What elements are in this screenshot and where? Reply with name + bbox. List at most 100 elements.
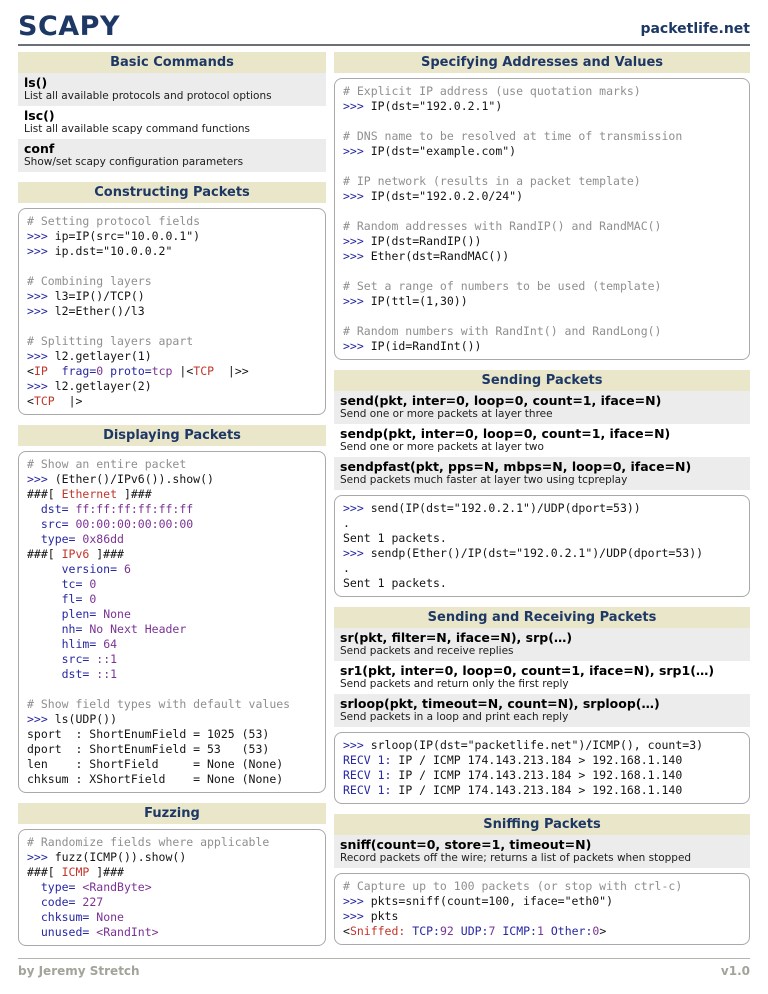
code-token: RECV 1: [343,753,391,767]
code-token: >>> [27,349,55,363]
code-block: # Capture up to 100 packets (or stop wit… [334,873,750,945]
code-token: >>> [27,304,55,318]
code-line [343,159,741,174]
cheatsheet-page: SCAPY packetlife.net Basic Commandsls()L… [0,0,768,978]
code-token: |> [55,394,83,408]
code-token: # Combining layers [27,274,152,288]
code-block: # Show an entire packet>>> (Ether()/IPv6… [18,451,326,793]
code-line: dst= ::1 [27,667,317,682]
code-token: tc= [62,577,83,591]
code-token: TCP [193,364,214,378]
code-token [27,622,62,636]
command-name: sr1(pkt, inter=0, loop=0, count=1, iface… [340,663,744,678]
code-token [27,532,41,546]
code-line: >>> sendp(Ether()/IP(dst="192.0.2.1")/UD… [343,546,741,561]
code-token: # Setting protocol fields [27,214,200,228]
code-line: # Randomize fields where applicable [27,835,317,850]
code-token: l3=IP()/TCP() [55,289,145,303]
code-line: >>> l2.getlayer(1) [27,349,317,364]
code-token: 64 [103,637,117,651]
code-token: src= [41,517,69,531]
footer-version: v1.0 [721,964,750,978]
code-line: . [343,561,741,576]
code-token: ls(UDP()) [55,712,117,726]
code-line: >>> ip.dst="10.0.0.2" [27,244,317,259]
section-header-fuzzing: Fuzzing [18,803,326,824]
code-token: 1 [537,924,544,938]
code-line: >>> IP(dst="example.com") [343,144,741,159]
command-row: sendpfast(pkt, pps=N, mbps=N, loop=0, if… [334,457,750,490]
code-line: hlim= 64 [27,637,317,652]
code-line: type= <RandByte> [27,880,317,895]
command-row: ls()List all available protocols and pro… [18,73,326,106]
code-token [27,880,41,894]
code-line: unused= <RandInt> [27,925,317,940]
code-line: chksum= None [27,910,317,925]
code-token [69,517,76,531]
code-token: dst= [62,667,90,681]
code-token: # Splitting layers apart [27,334,193,348]
code-token: >>> [27,850,55,864]
command-description: List all available protocols and protoco… [24,90,320,103]
code-token [48,364,62,378]
code-token: >>> [343,339,371,353]
code-token: ip.dst="10.0.0.2" [55,244,173,258]
code-token: 0x86dd [82,532,124,546]
command-row: lsc()List all available scapy command fu… [18,106,326,139]
command-name: srloop(pkt, timeout=N, count=N), srploop… [340,696,744,711]
section-sniffing-packets: Sniffing Packetssniff(count=0, store=1, … [334,814,750,945]
code-token: >>> [343,99,371,113]
command-row: sr(pkt, filter=N, iface=N), srp(…)Send p… [334,628,750,661]
code-token: 0 [89,592,96,606]
code-token [27,895,41,909]
code-line: # IP network (results in a packet templa… [343,174,741,189]
code-token: pkts=sniff(count=100, iface="eth0") [371,894,613,908]
code-token [27,637,62,651]
code-token: dport : ShortEnumField = 53 (53) [27,742,269,756]
code-line: chksum : XShortField = None (None) [27,772,317,787]
code-token: tcp [152,364,173,378]
code-token: >>> [27,712,55,726]
code-line: . [343,516,741,531]
code-line: >>> IP(dst=RandIP()) [343,234,741,249]
section-header-basic-commands: Basic Commands [18,52,326,73]
code-token: . [343,516,350,530]
code-token: version= [62,562,117,576]
code-token [27,925,41,939]
command-description: Send packets in a loop and print each re… [340,711,744,724]
code-token: ###[ [27,487,62,501]
code-line: >>> l2=Ether()/l3 [27,304,317,319]
code-line: code= 227 [27,895,317,910]
code-token: IP(id=RandInt()) [371,339,482,353]
code-token: ICMP: [502,924,537,938]
code-line: nh= No Next Header [27,622,317,637]
code-token: 0 [89,577,96,591]
code-token: sendp(Ether()/IP(dst="192.0.2.1")/UDP(dp… [371,546,703,560]
command-row: sendp(pkt, inter=0, loop=0, count=1, ifa… [334,424,750,457]
code-token [27,562,62,576]
section-basic-commands: Basic Commandsls()List all available pro… [18,52,326,172]
code-token: IP / ICMP 174.143.213.184 > 192.168.1.14… [391,753,682,767]
section-header-displaying-packets: Displaying Packets [18,425,326,446]
section-header-specifying-addresses-and-values: Specifying Addresses and Values [334,52,750,73]
code-token: Sent 1 packets. [343,531,447,545]
code-line: fl= 0 [27,592,317,607]
code-token [117,562,124,576]
command-description: Send one or more packets at layer three [340,408,744,421]
code-block: >>> send(IP(dst="192.0.2.1")/UDP(dport=5… [334,495,750,597]
code-token: 92 [440,924,454,938]
code-token: >>> [343,909,371,923]
code-token: >>> [343,546,371,560]
code-token: fuzz(ICMP()).show() [55,850,187,864]
code-line: # Show field types with default values [27,697,317,712]
command-row: send(pkt, inter=0, loop=0, count=1, ifac… [334,391,750,424]
site-name: packetlife.net [640,21,750,41]
command-description: Send packets and receive replies [340,645,744,658]
left-column: Basic Commandsls()List all available pro… [18,52,326,956]
code-line: >>> IP(ttl=(1,30)) [343,294,741,309]
page-header: SCAPY packetlife.net [18,13,750,46]
code-token: # Explicit IP address (use quotation mar… [343,84,641,98]
code-token: |>> [214,364,249,378]
code-token [544,924,551,938]
code-line: plen= None [27,607,317,622]
